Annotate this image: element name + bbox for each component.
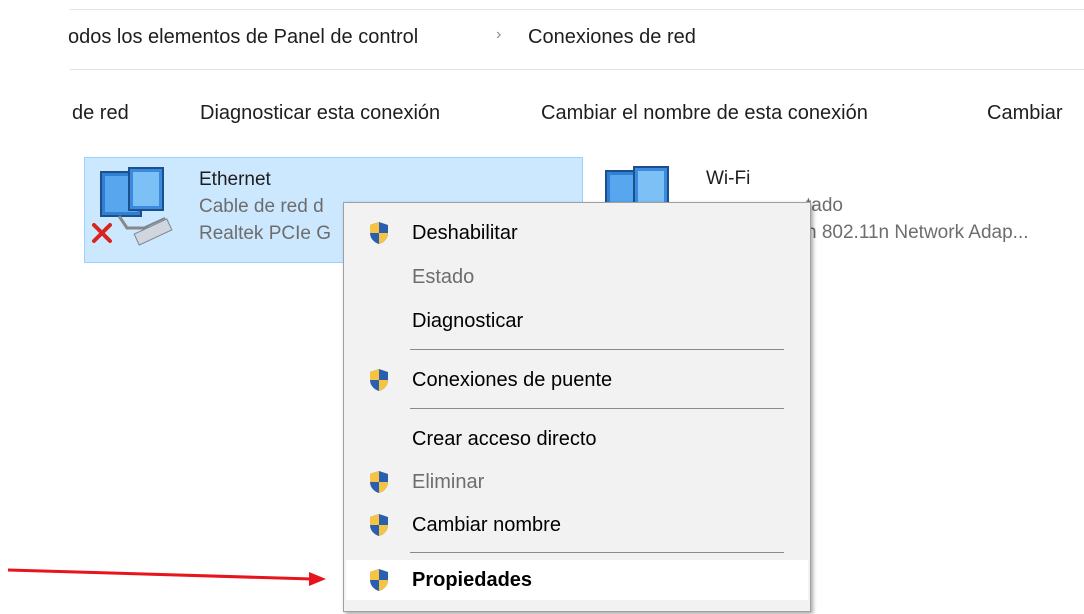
menu-separator: [410, 408, 784, 409]
address-bar: odos los elementos de Panel de control ›…: [0, 0, 1084, 78]
menu-item-label: Estado: [412, 266, 475, 288]
uac-shield-icon: [370, 369, 388, 391]
connection-device: Realtek PCIe G: [199, 223, 331, 244]
menu-item-label: Conexiones de puente: [412, 369, 613, 391]
menu-item-label: Eliminar: [412, 471, 485, 493]
divider: [70, 69, 1084, 70]
red-x-disconnected-icon: [92, 223, 112, 243]
connection-status: tado: [806, 195, 843, 216]
breadcrumb-parent[interactable]: odos los elementos de Panel de control: [68, 26, 418, 49]
command-bar: de red Diagnosticar esta conexión Cambia…: [0, 88, 1084, 138]
menu-item-cambiar-nombre[interactable]: Cambiar nombre: [346, 505, 808, 545]
network-settings-button[interactable]: de red: [72, 102, 129, 125]
breadcrumb-separator-icon[interactable]: ›: [496, 26, 501, 44]
uac-shield-icon: [370, 514, 388, 536]
uac-shield-icon: [370, 471, 388, 493]
change-settings-button[interactable]: Cambiar: [987, 102, 1063, 125]
context-menu: Deshabilitar Estado Diagnosticar Conexio…: [343, 202, 811, 612]
menu-item-estado[interactable]: Estado: [346, 257, 808, 297]
menu-item-label: Diagnosticar: [412, 310, 524, 332]
connection-name: Ethernet: [199, 169, 271, 190]
menu-item-conexiones-de-puente[interactable]: Conexiones de puente: [346, 360, 808, 400]
menu-item-propiedades[interactable]: Propiedades: [346, 560, 808, 600]
divider: [70, 9, 1084, 10]
menu-item-eliminar[interactable]: Eliminar: [346, 462, 808, 502]
menu-separator: [410, 552, 784, 553]
menu-separator: [410, 349, 784, 350]
menu-item-label: Propiedades: [412, 569, 533, 591]
uac-shield-icon: [370, 222, 388, 244]
menu-item-diagnosticar[interactable]: Diagnosticar: [346, 301, 808, 341]
uac-shield-icon: [370, 569, 388, 591]
connection-name: Wi-Fi: [706, 168, 751, 189]
breadcrumb-current[interactable]: Conexiones de red: [528, 26, 696, 49]
connection-device: n 802.11n Network Adap...: [806, 222, 1029, 243]
connection-status: Cable de red d: [199, 196, 324, 217]
menu-item-label: Crear acceso directo: [412, 428, 597, 450]
menu-item-label: Deshabilitar: [412, 222, 518, 244]
menu-item-crear-acceso-directo[interactable]: Crear acceso directo: [346, 419, 808, 459]
diagnose-connection-button[interactable]: Diagnosticar esta conexión: [200, 102, 440, 125]
rename-connection-button[interactable]: Cambiar el nombre de esta conexión: [541, 102, 868, 125]
menu-item-label: Cambiar nombre: [412, 514, 561, 536]
menu-item-deshabilitar[interactable]: Deshabilitar: [346, 213, 808, 253]
